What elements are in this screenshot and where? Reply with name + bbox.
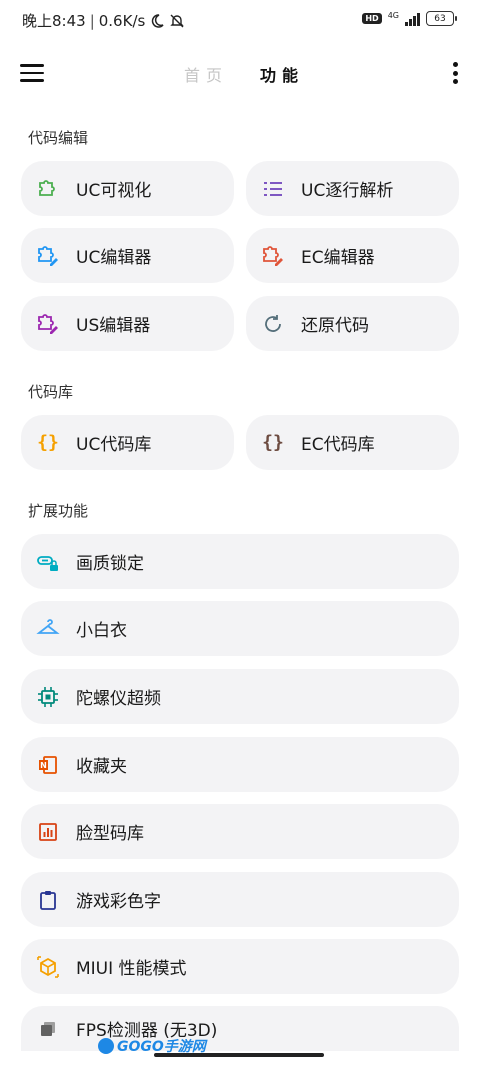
uc-code-lib-label: UC代码库 [76, 435, 152, 455]
quality-lock-label: 画质锁定 [76, 554, 144, 574]
uc-visualize-button[interactable]: UC可视化 [21, 161, 234, 216]
hd-badge: HD [362, 13, 382, 24]
hanger-icon [35, 616, 61, 642]
puzzle-icon [35, 176, 61, 202]
tab-home[interactable]: 首页 [184, 62, 228, 86]
notebook-icon: N [35, 752, 61, 778]
colored-text-label: 游戏彩色字 [76, 892, 161, 912]
face-code-lib-button[interactable]: 脸型码库 [21, 804, 459, 859]
fps-detector-button[interactable]: FPS检测器 (无3D) [21, 1006, 459, 1051]
face-code-lib-label: 脸型码库 [76, 824, 144, 844]
battery-level: 63 [434, 13, 446, 24]
battery-icon: 63 [426, 11, 457, 26]
ec-editor-button[interactable]: EC编辑器 [246, 228, 459, 283]
link-lock-icon [35, 549, 61, 575]
restore-code-button[interactable]: 还原代码 [246, 296, 459, 351]
braces-icon: {} [262, 432, 284, 453]
miui-perf-mode-label: MIUI 性能模式 [76, 959, 187, 979]
tab-features[interactable]: 功能 [260, 62, 304, 86]
uc-line-parse-label: UC逐行解析 [301, 181, 394, 201]
list-icon [260, 176, 286, 202]
status-time: 晚上8:43 [22, 12, 86, 30]
menu-icon[interactable] [20, 64, 44, 82]
status-separator: | [89, 11, 95, 30]
favorites-label: 收藏夹 [76, 757, 127, 777]
bell-muted-icon [170, 14, 185, 27]
miui-perf-mode-button[interactable]: MIUI 性能模式 [21, 939, 459, 994]
network-type: 4G [387, 11, 399, 20]
ec-editor-label: EC编辑器 [301, 248, 375, 268]
us-editor-button[interactable]: US编辑器 [21, 296, 234, 351]
moon-icon [152, 13, 164, 28]
refresh-icon [260, 311, 286, 337]
cube-icon [35, 954, 61, 980]
uc-visualize-label: UC可视化 [76, 181, 152, 201]
chip-icon [35, 684, 61, 710]
white-outfit-button[interactable]: 小白衣 [21, 601, 459, 656]
restore-code-label: 还原代码 [301, 316, 369, 336]
puzzle-edit-icon [260, 243, 286, 269]
colored-text-button[interactable]: 游戏彩色字 [21, 872, 459, 927]
uc-code-lib-button[interactable]: {} UC代码库 [21, 415, 234, 470]
section-title-code-edit: 代码编辑 [28, 129, 89, 147]
puzzle-edit-icon [35, 311, 61, 337]
uc-editor-label: UC编辑器 [76, 248, 152, 268]
status-left: 晚上8:43 | 0.6K/s [22, 10, 185, 31]
svg-text:N: N [40, 761, 47, 770]
bar-chart-icon [35, 819, 61, 845]
uc-line-parse-button[interactable]: UC逐行解析 [246, 161, 459, 216]
gyro-overclock-button[interactable]: 陀螺仪超频 [21, 669, 459, 724]
ec-code-lib-button[interactable]: {} EC代码库 [246, 415, 459, 470]
status-bar: 晚上8:43 | 0.6K/s HD 4G 63 [0, 0, 480, 40]
status-speed: 0.6K/s [98, 11, 146, 30]
us-editor-label: US编辑器 [76, 316, 151, 336]
white-outfit-label: 小白衣 [76, 621, 127, 641]
signal-icon [405, 12, 420, 26]
more-icon[interactable] [452, 62, 458, 84]
layers-icon [35, 1016, 61, 1042]
status-right: HD 4G 63 [362, 11, 457, 26]
section-title-code-lib: 代码库 [28, 383, 74, 401]
favorites-button[interactable]: N 收藏夹 [21, 737, 459, 792]
top-bar: 首页 功能 [0, 50, 480, 96]
gyro-overclock-label: 陀螺仪超频 [76, 689, 161, 709]
ec-code-lib-label: EC代码库 [301, 435, 375, 455]
braces-icon: {} [37, 432, 59, 453]
watermark-icon [98, 1038, 114, 1054]
gesture-bar[interactable] [154, 1053, 324, 1057]
uc-editor-button[interactable]: UC编辑器 [21, 228, 234, 283]
section-title-extensions: 扩展功能 [28, 502, 89, 520]
quality-lock-button[interactable]: 画质锁定 [21, 534, 459, 589]
clipboard-icon [35, 887, 61, 913]
puzzle-edit-icon [35, 243, 61, 269]
